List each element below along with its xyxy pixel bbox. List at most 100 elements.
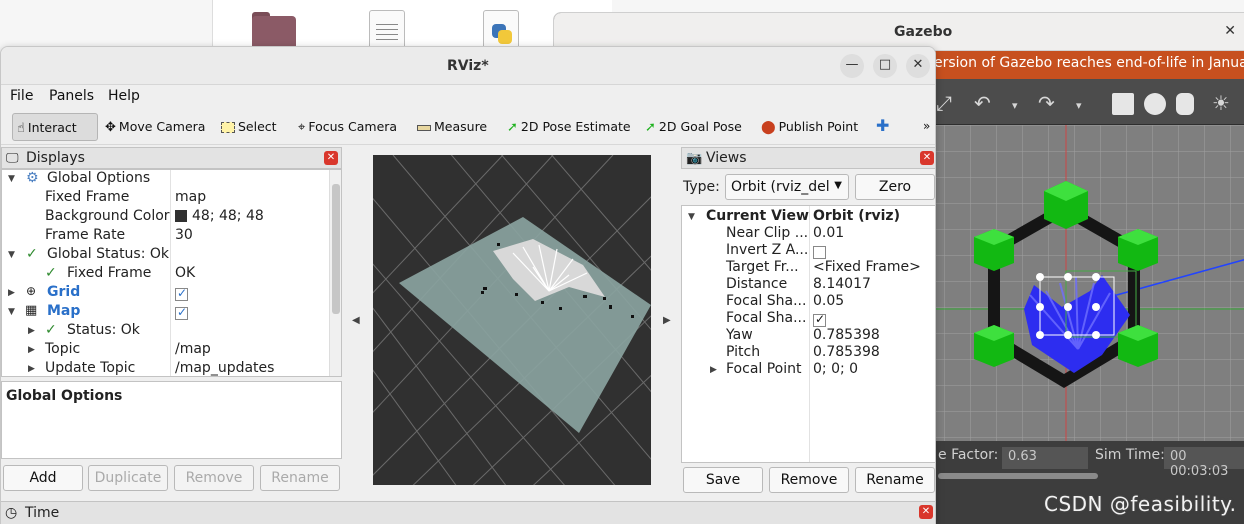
color-swatch <box>175 210 187 222</box>
tree-row-global-status[interactable]: ▼ ✓ Global Status: Ok <box>2 246 328 265</box>
fullscreen-icon[interactable]: ⤢ <box>936 91 952 115</box>
tool-2d-goal-pose[interactable]: ➚ 2D Goal Pose <box>641 113 746 141</box>
focal-shape-checkbox[interactable] <box>813 312 826 328</box>
chevron-down-icon: ▼ <box>834 180 842 191</box>
time-panel-header[interactable]: ◷ Time ✕ <box>1 501 935 524</box>
factor-value: 0.63 <box>1002 447 1088 469</box>
clock-icon: ◷ <box>5 505 18 521</box>
tool-measure[interactable]: Measure <box>413 113 491 141</box>
close-icon[interactable]: ✕ <box>920 151 934 165</box>
minimize-icon[interactable]: — <box>840 54 864 78</box>
ruler-icon <box>417 124 431 131</box>
displays-tree: ▼ ⚙ Global Options Fixed Frame map Backg… <box>1 169 342 377</box>
collapse-left-icon[interactable]: ◀ <box>352 315 360 326</box>
box-shape-icon[interactable] <box>1112 93 1134 115</box>
rviz-titlebar[interactable]: RViz* — □ ✕ <box>1 47 935 85</box>
tree-row-grid[interactable]: ▶ ⊕ Grid <box>2 284 328 303</box>
tree-row-update-topic[interactable]: ▶ Update Topic /map_updates <box>2 360 328 376</box>
tree-row-background-color[interactable]: Background Color 48; 48; 48 <box>2 208 328 227</box>
gazebo-title: Gazebo <box>894 24 953 40</box>
redo-icon[interactable]: ↷ <box>1038 91 1055 115</box>
tree-row-status-fixed-frame[interactable]: ✓ Fixed Frame OK <box>2 265 328 284</box>
monitor-icon: 🖵 <box>6 151 19 166</box>
time-panel-title: Time <box>25 505 60 521</box>
chevron-right-icon[interactable]: ▶ <box>28 364 35 374</box>
displays-panel-title: Displays <box>26 150 85 166</box>
sim-time-value: 00 00:03:03 <box>1164 447 1244 479</box>
python-file-icon[interactable] <box>480 10 526 52</box>
factor-label: e Factor: <box>938 447 999 463</box>
chevron-right-icon[interactable]: ▶ <box>8 288 15 298</box>
description-panel: Global Options <box>1 381 342 459</box>
light-icon[interactable]: ☀ <box>1212 91 1230 115</box>
overflow-chevron-icon[interactable]: » <box>919 113 934 141</box>
crosshair-icon: ⌖ <box>298 120 306 135</box>
chevron-down-icon[interactable]: ▼ <box>688 212 695 222</box>
rename-button[interactable]: Rename <box>260 465 340 491</box>
menu-panels[interactable]: Panels <box>49 88 94 104</box>
remove-button[interactable]: Remove <box>174 465 254 491</box>
tree-row-fixed-frame[interactable]: Fixed Frame map <box>2 189 328 208</box>
collapse-right-icon[interactable]: ▶ <box>663 315 671 326</box>
text-file-icon[interactable] <box>366 10 412 52</box>
green-arrow-icon: ➚ <box>645 120 656 135</box>
tool-focus-camera[interactable]: ⌖ Focus Camera <box>294 113 401 141</box>
duplicate-button[interactable]: Duplicate <box>88 465 168 491</box>
rviz-window: RViz* — □ ✕ File Panels Help ☝ Interact ✥… <box>0 46 936 524</box>
displays-panel-header[interactable]: 🖵 Displays ✕ <box>1 147 342 169</box>
chevron-down-icon[interactable]: ▾ <box>1012 99 1018 112</box>
undo-icon[interactable]: ↶ <box>974 91 991 115</box>
rename-view-button[interactable]: Rename <box>855 467 935 493</box>
menu-help[interactable]: Help <box>108 88 140 104</box>
tool-publish-point[interactable]: ⬤ Publish Point <box>757 113 862 141</box>
close-icon[interactable]: ✕ <box>919 505 933 519</box>
menu-file[interactable]: File <box>10 88 33 104</box>
close-icon[interactable]: ✕ <box>1224 23 1236 39</box>
add-button[interactable]: Add <box>3 465 83 491</box>
chevron-right-icon[interactable]: ▶ <box>710 365 717 375</box>
map-enabled-checkbox[interactable] <box>175 305 188 321</box>
hand-pointer-icon: ☝ <box>17 121 25 136</box>
grid-enabled-checkbox[interactable] <box>175 286 188 302</box>
tool-move-camera[interactable]: ✥ Move Camera <box>101 113 209 141</box>
scroll-thumb[interactable] <box>332 184 340 314</box>
view-type-select[interactable]: Orbit (rviz_del ▼ <box>725 174 849 200</box>
tool-2d-pose-estimate[interactable]: ➚ 2D Pose Estimate <box>503 113 635 141</box>
map-icon: ▦ <box>25 303 38 318</box>
check-icon: ✓ <box>45 265 57 281</box>
chevron-right-icon[interactable]: ▶ <box>28 345 35 355</box>
close-icon[interactable]: ✕ <box>324 151 338 165</box>
tree-row-map-status[interactable]: ▶ ✓ Status: Ok <box>2 322 328 341</box>
tree-row-topic[interactable]: ▶ Topic /map <box>2 341 328 360</box>
type-label: Type: <box>683 179 720 195</box>
save-view-button[interactable]: Save <box>683 467 763 493</box>
displays-scrollbar[interactable] <box>329 170 341 376</box>
folder-icon[interactable] <box>250 10 296 52</box>
cylinder-shape-icon[interactable] <box>1176 93 1194 115</box>
zero-button[interactable]: Zero <box>855 174 935 200</box>
chevron-down-icon[interactable]: ▼ <box>8 307 15 317</box>
remove-view-button[interactable]: Remove <box>769 467 849 493</box>
tree-row-map[interactable]: ▼ ▦ Map <box>2 303 328 322</box>
tool-interact[interactable]: ☝ Interact <box>12 113 98 141</box>
chevron-down-icon[interactable]: ▾ <box>1076 99 1082 112</box>
color-value[interactable]: 48; 48; 48 <box>175 208 264 224</box>
tree-row-global-options[interactable]: ▼ ⚙ Global Options <box>2 170 328 189</box>
chevron-right-icon[interactable]: ▶ <box>28 326 35 336</box>
rviz-scene <box>373 155 651 485</box>
maximize-icon[interactable]: □ <box>873 54 897 78</box>
chevron-down-icon[interactable]: ▼ <box>8 174 15 184</box>
views-panel-title: Views <box>706 150 747 166</box>
chevron-down-icon[interactable]: ▼ <box>8 250 15 260</box>
invert-z-checkbox[interactable] <box>813 244 826 260</box>
add-tool-icon[interactable]: ✚ <box>872 113 893 141</box>
rviz-3d-viewport[interactable] <box>373 155 651 485</box>
views-panel-header[interactable]: 📷 Views ✕ <box>681 147 935 169</box>
tool-select[interactable]: Select <box>217 113 281 141</box>
real-time-factor-slider[interactable] <box>938 473 1098 479</box>
close-icon[interactable]: ✕ <box>906 54 930 78</box>
gear-icon: ⚙ <box>26 170 39 186</box>
tree-row-frame-rate[interactable]: Frame Rate 30 <box>2 227 328 246</box>
sphere-shape-icon[interactable] <box>1144 93 1166 115</box>
column-divider <box>809 206 810 462</box>
